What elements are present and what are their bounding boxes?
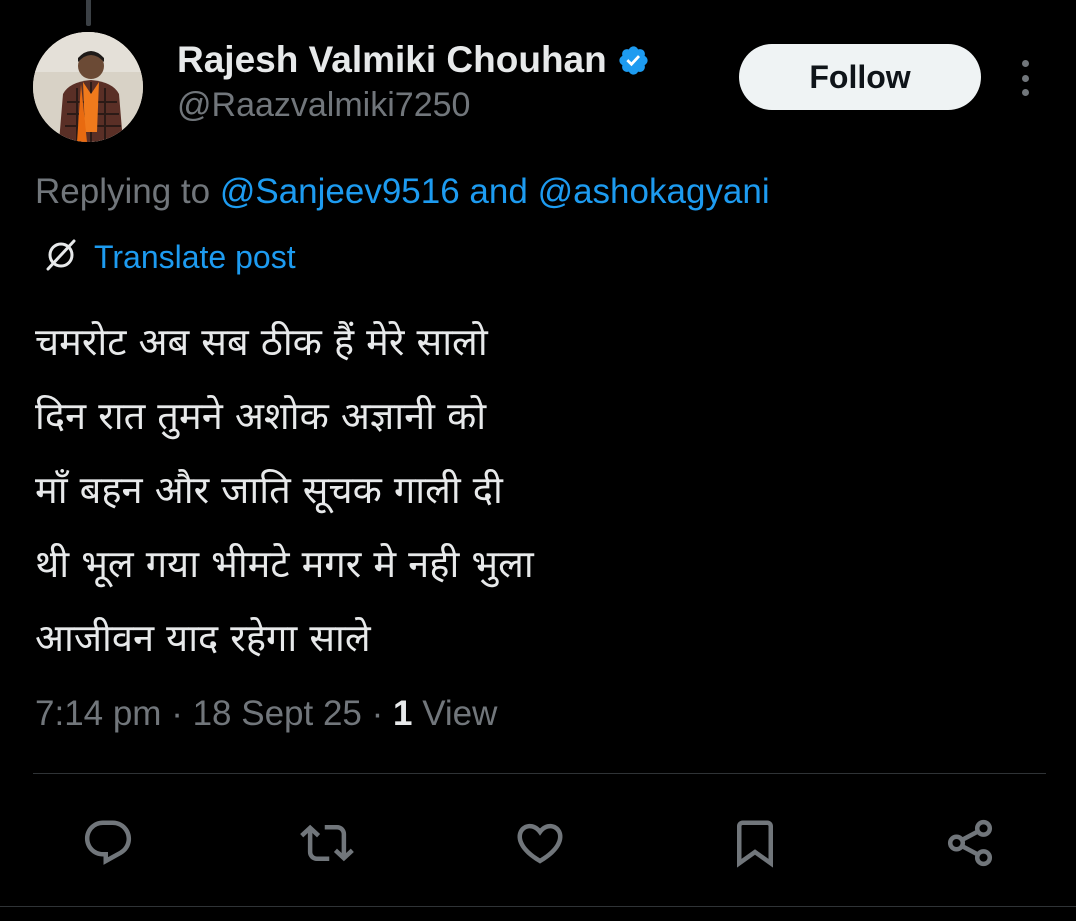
follow-button[interactable]: Follow	[739, 44, 981, 110]
avatar-photo	[33, 32, 143, 142]
post-time[interactable]: 7:14 pm	[35, 694, 161, 733]
like-button[interactable]	[505, 808, 575, 878]
mention-link-sanjeev[interactable]: @Sanjeev9516	[220, 172, 460, 211]
post-date[interactable]: 18 Sept 25	[193, 694, 362, 733]
replying-to-line: Replying to @Sanjeev9516 and @ashokagyan…	[35, 172, 770, 212]
post-line: थी भूल गया भीमटे मगर मे नही भुला	[35, 542, 534, 586]
post-line: चमरोट अब सब ठीक हैं मेरे सालो	[35, 320, 488, 364]
divider	[33, 773, 1046, 774]
thread-connector-line	[86, 0, 91, 26]
meta-separator: ·	[361, 694, 393, 733]
translate-post-link[interactable]: Translate post	[42, 236, 296, 278]
action-bar	[0, 808, 1076, 878]
meta-separator: ·	[161, 694, 193, 733]
replying-to-conjunction: and	[459, 172, 538, 211]
post-body: चमरोट अब सब ठीक हैं मेरे सालो दिन रात तु…	[35, 305, 1035, 675]
verified-badge-icon[interactable]	[617, 44, 650, 77]
share-icon	[947, 819, 993, 867]
more-dot	[1021, 74, 1029, 82]
translate-icon	[42, 236, 80, 278]
replying-to-prefix: Replying to	[35, 172, 220, 211]
translate-post-label: Translate post	[94, 238, 296, 275]
share-button[interactable]	[935, 808, 1005, 878]
reply-button[interactable]	[73, 808, 143, 878]
post-line: दिन रात तुमने अशोक अज्ञानी को	[35, 394, 487, 438]
view-label[interactable]: View	[412, 694, 497, 733]
more-options-icon[interactable]	[1010, 56, 1040, 100]
bookmark-icon	[737, 820, 773, 868]
avatar[interactable]	[33, 32, 143, 142]
author-display-name[interactable]: Rajesh Valmiki Chouhan	[177, 39, 607, 81]
bookmark-button[interactable]	[720, 808, 790, 878]
author-name-row: Rajesh Valmiki Chouhan	[177, 38, 650, 82]
repost-button[interactable]	[292, 808, 362, 878]
mention-link-ashokagyani[interactable]: @ashokagyani	[538, 172, 770, 211]
post-line: माँ बहन और जाति सूचक गाली दी	[35, 468, 503, 512]
more-dot	[1021, 89, 1029, 96]
bottom-divider	[0, 906, 1076, 907]
repost-icon	[300, 824, 354, 862]
view-count[interactable]: 1	[393, 694, 412, 733]
author-handle[interactable]: @Raazvalmiki7250	[177, 86, 470, 125]
like-icon	[517, 823, 563, 864]
more-dot	[1021, 60, 1029, 67]
post-metadata: 7:14 pm · 18 Sept 25 · 1 View	[35, 694, 497, 734]
post-line: आजीवन याद रहेगा साले	[35, 616, 371, 660]
reply-icon	[84, 820, 132, 865]
